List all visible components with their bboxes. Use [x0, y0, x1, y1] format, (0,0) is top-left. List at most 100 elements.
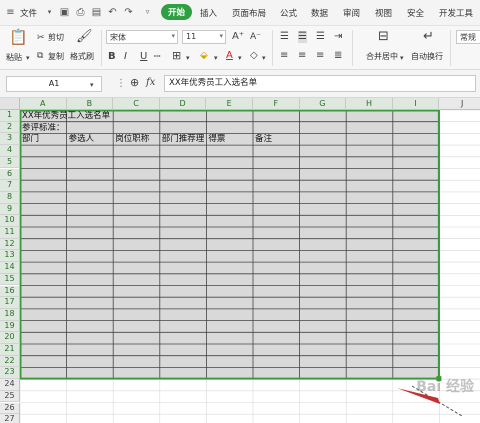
more-icon[interactable]: ⋮ — [116, 78, 126, 90]
wrap-text-button[interactable]: 自动换行 — [411, 51, 443, 62]
format-painter-button[interactable]: 格式刷 — [70, 51, 94, 62]
align-middle-icon[interactable]: ☰ — [298, 31, 307, 43]
tab-view[interactable]: 视图 — [375, 7, 392, 19]
row-header-7[interactable]: 7 — [0, 180, 20, 192]
tab-start[interactable]: 开始 — [161, 4, 193, 20]
row-header-1[interactable]: 1 — [0, 110, 20, 122]
row-header-6[interactable]: 6 — [0, 168, 20, 181]
format-painter-icon[interactable]: 🖌 — [76, 30, 93, 43]
print-preview-icon[interactable]: ▤ — [90, 6, 103, 19]
print-icon[interactable]: ⎙ — [74, 6, 87, 19]
cell-a1[interactable]: XX年优秀员工入选名单 — [22, 111, 162, 121]
row-header-27[interactable]: 27 — [0, 414, 20, 423]
tab-data[interactable]: 数据 — [311, 7, 328, 19]
bold-button[interactable]: B — [108, 51, 116, 63]
cell-a3[interactable]: 部门 — [22, 134, 66, 144]
column-header-f[interactable]: F — [253, 98, 300, 110]
chevron-down-icon[interactable]: ▾ — [214, 52, 218, 64]
row-header-23[interactable]: 23 — [0, 367, 20, 380]
row-header-26[interactable]: 26 — [0, 402, 20, 415]
row-header-14[interactable]: 14 — [0, 262, 20, 274]
border-icon[interactable]: ⊞ — [172, 50, 181, 62]
align-right-icon[interactable]: ≡ — [316, 50, 324, 62]
tab-formulas[interactable]: 公式 — [280, 7, 297, 19]
column-header-i[interactable]: I — [392, 98, 440, 110]
fill-color-icon[interactable]: ⬙ — [200, 50, 208, 62]
cell-a2[interactable]: 参评标准： — [22, 123, 162, 133]
font-color-icon[interactable]: A — [226, 50, 233, 62]
chevron-down-icon[interactable]: ▾ — [26, 52, 30, 64]
file-menu[interactable]: 文件 — [20, 7, 37, 19]
cut-icon[interactable]: ✂ — [37, 32, 45, 44]
row-header-2[interactable]: 2 — [0, 121, 20, 134]
column-header-e[interactable]: E — [206, 98, 253, 110]
column-header-d[interactable]: D — [159, 98, 207, 110]
row-header-22[interactable]: 22 — [0, 355, 20, 368]
chevron-down-icon[interactable]: ▾ — [238, 52, 242, 64]
save-icon[interactable]: ▣ — [58, 6, 71, 19]
column-header-h[interactable]: H — [346, 98, 393, 110]
cell-e3[interactable]: 得票 — [208, 134, 252, 144]
chevron-down-icon[interactable]: ▾ — [43, 6, 56, 19]
paste-button[interactable]: 粘贴 — [6, 52, 22, 63]
row-header-4[interactable]: 4 — [0, 145, 20, 157]
chevron-down-icon[interactable]: ▾ — [262, 52, 266, 64]
row-header-13[interactable]: 13 — [0, 250, 20, 263]
row-header-16[interactable]: 16 — [0, 285, 20, 298]
column-header-b[interactable]: B — [66, 98, 114, 110]
row-header-8[interactable]: 8 — [0, 191, 20, 204]
strikethrough-icon[interactable]: ꟷ — [154, 51, 161, 63]
copy-icon[interactable]: ⧉ — [37, 50, 43, 62]
row-header-3[interactable]: 3 — [0, 133, 20, 146]
align-left-icon[interactable]: ≡ — [280, 50, 288, 62]
row-header-15[interactable]: 15 — [0, 273, 20, 286]
row-header-18[interactable]: 18 — [0, 308, 20, 321]
underline-button[interactable]: U — [140, 51, 147, 63]
zoom-icon[interactable]: ⊕ — [130, 77, 139, 89]
column-header-g[interactable]: G — [299, 98, 347, 110]
align-center-icon[interactable]: ≡ — [298, 50, 306, 62]
customize-icon[interactable]: ▿ — [141, 6, 154, 19]
merge-center-icon[interactable]: ⊟ — [378, 30, 389, 43]
redo-icon[interactable]: ↷ — [122, 6, 135, 19]
indent-icon[interactable]: ⇥ — [334, 31, 342, 43]
cell-c3[interactable]: 岗位职称 — [115, 134, 159, 144]
row-header-21[interactable]: 21 — [0, 344, 20, 356]
tab-page-layout[interactable]: 页面布局 — [232, 7, 266, 19]
tab-security[interactable]: 安全 — [407, 7, 424, 19]
column-header-c[interactable]: C — [113, 98, 160, 110]
font-size-select[interactable]: 11 ▾ — [182, 30, 226, 44]
cell-f3[interactable]: 备注 — [255, 134, 299, 144]
clear-format-icon[interactable]: ◇ — [250, 50, 258, 62]
formula-input[interactable]: XX年优秀员工入选名单 — [164, 75, 476, 92]
column-header-j[interactable]: J — [439, 98, 480, 110]
align-top-icon[interactable]: ☰ — [280, 31, 289, 43]
align-bottom-icon[interactable]: ☰ — [316, 31, 325, 43]
menu-icon[interactable]: ≡ — [4, 6, 17, 19]
row-header-24[interactable]: 24 — [0, 379, 20, 391]
number-format-select[interactable]: 常规 — [456, 30, 480, 44]
row-header-25[interactable]: 25 — [0, 390, 20, 403]
chevron-down-icon[interactable]: ▾ — [186, 52, 190, 64]
tab-insert[interactable]: 插入 — [200, 7, 217, 19]
shrink-font-icon[interactable]: A⁻ — [250, 31, 261, 43]
cut-button[interactable]: 剪切 — [48, 32, 64, 43]
cell-d3[interactable]: 部门推荐理由 — [162, 134, 206, 144]
column-header-a[interactable]: A — [20, 98, 67, 110]
row-header-11[interactable]: 11 — [0, 227, 20, 239]
italic-button[interactable]: I — [124, 51, 127, 63]
row-header-5[interactable]: 5 — [0, 156, 20, 169]
wrap-text-icon[interactable]: ↵ — [423, 30, 434, 43]
grow-font-icon[interactable]: A⁺ — [232, 31, 244, 43]
paste-icon[interactable]: 📋 — [9, 30, 28, 45]
tab-developer[interactable]: 开发工具 — [439, 7, 473, 19]
font-name-select[interactable]: 宋体 ▾ — [106, 30, 178, 44]
merge-center-button[interactable]: 合并居中 — [366, 51, 398, 62]
row-header-17[interactable]: 17 — [0, 297, 20, 309]
row-header-10[interactable]: 10 — [0, 215, 20, 227]
fx-icon[interactable]: fx — [146, 77, 155, 89]
tab-review[interactable]: 审阅 — [343, 7, 360, 19]
name-box[interactable]: A1 — [6, 76, 102, 92]
row-header-19[interactable]: 19 — [0, 320, 20, 333]
undo-icon[interactable]: ↶ — [106, 6, 119, 19]
